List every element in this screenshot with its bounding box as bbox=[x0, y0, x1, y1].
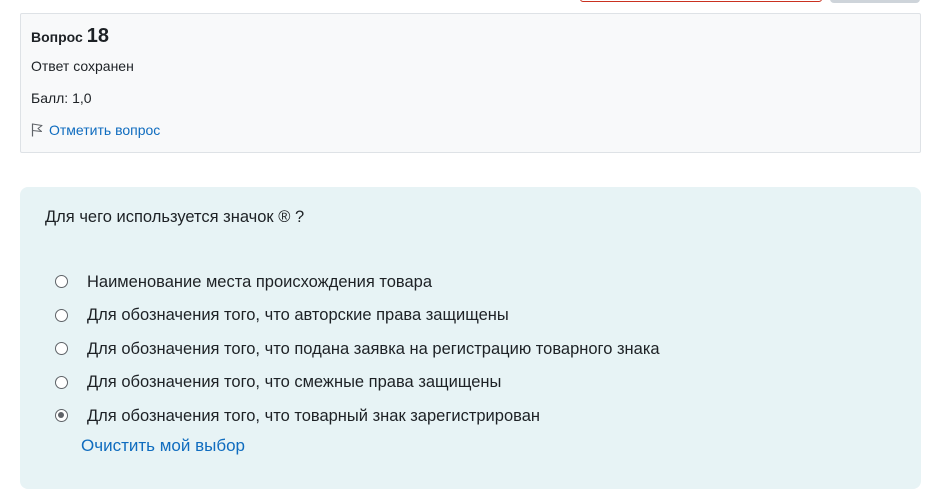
radio-button[interactable] bbox=[55, 375, 68, 389]
answer-label: Наименование места происхождения товара bbox=[87, 272, 433, 291]
answer-label: Для обозначения того, что подана заявка … bbox=[87, 339, 660, 358]
flag-icon bbox=[31, 123, 43, 137]
cropped-grey-button[interactable] bbox=[830, 0, 920, 3]
question-text: Для чего используется значок ® ? bbox=[45, 208, 305, 226]
answer-label: Для обозначения того, что товарный знак … bbox=[87, 406, 540, 425]
clear-choice-link[interactable]: Очистить мой выбор bbox=[81, 436, 245, 456]
answer-list: Наименование места происхождения товара Д… bbox=[55, 265, 660, 433]
question-info: Вопрос 18 Ответ сохранен Балл: 1,0 Отмет… bbox=[20, 13, 921, 153]
question-prefix: Вопрос bbox=[31, 29, 83, 45]
radio-button[interactable] bbox=[55, 342, 68, 356]
answer-option[interactable]: Для обозначения того, что авторские прав… bbox=[55, 299, 660, 333]
answer-option[interactable]: Для обозначения того, что смежные права … bbox=[55, 366, 660, 400]
question-number-value: 18 bbox=[86, 25, 109, 47]
answer-option[interactable]: Наименование места происхождения товара bbox=[55, 265, 660, 299]
radio-button[interactable] bbox=[55, 275, 68, 289]
question-number: Вопрос 18 bbox=[31, 24, 910, 50]
answer-option[interactable]: Для обозначения того, что товарный знак … bbox=[55, 399, 660, 433]
radio-button[interactable] bbox=[55, 308, 68, 322]
answer-label: Для обозначения того, что смежные права … bbox=[87, 373, 502, 392]
answer-label: Для обозначения того, что авторские прав… bbox=[87, 306, 509, 325]
radio-button-checked[interactable] bbox=[55, 409, 68, 423]
question-grade: Балл: 1,0 bbox=[31, 90, 92, 106]
flag-question-link[interactable]: Отметить вопрос bbox=[31, 122, 910, 138]
question-state: Ответ сохранен bbox=[31, 58, 134, 74]
question-content: Для чего используется значок ® ? Наимено… bbox=[20, 187, 921, 489]
answer-option[interactable]: Для обозначения того, что подана заявка … bbox=[55, 332, 660, 366]
quiz-page: Вопрос 18 Ответ сохранен Балл: 1,0 Отмет… bbox=[0, 0, 937, 494]
cropped-outline-button[interactable] bbox=[580, 0, 822, 2]
flag-question-label: Отметить вопрос bbox=[49, 122, 161, 138]
